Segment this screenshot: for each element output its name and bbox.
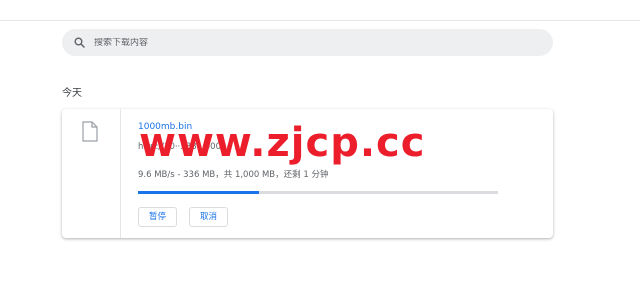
file-name-link[interactable]: 1000mb.bin bbox=[138, 122, 192, 132]
progress-fill bbox=[138, 191, 259, 194]
cancel-button[interactable]: 取消 bbox=[189, 207, 229, 227]
top-divider bbox=[0, 20, 640, 21]
search-icon[interactable] bbox=[71, 35, 87, 51]
search-bar[interactable] bbox=[62, 29, 553, 56]
downloads-page: 今天 1000mb.bin http://10··:·38···0003·· n… bbox=[0, 0, 640, 286]
search-input[interactable] bbox=[94, 37, 514, 48]
file-url[interactable]: http://10··:·38···0003·· n bbox=[138, 142, 338, 152]
date-header: 今天 bbox=[62, 88, 82, 99]
progress-bar bbox=[138, 191, 498, 194]
pause-button[interactable]: 暂停 bbox=[138, 207, 178, 227]
download-status: 9.6 MB/s - 336 MB，共 1,000 MB，还剩 1 分钟 bbox=[138, 170, 329, 180]
file-icon-column bbox=[62, 109, 121, 238]
download-item-card: 1000mb.bin http://10··:·38···0003·· n 9.… bbox=[62, 109, 553, 238]
file-icon bbox=[82, 121, 98, 146]
